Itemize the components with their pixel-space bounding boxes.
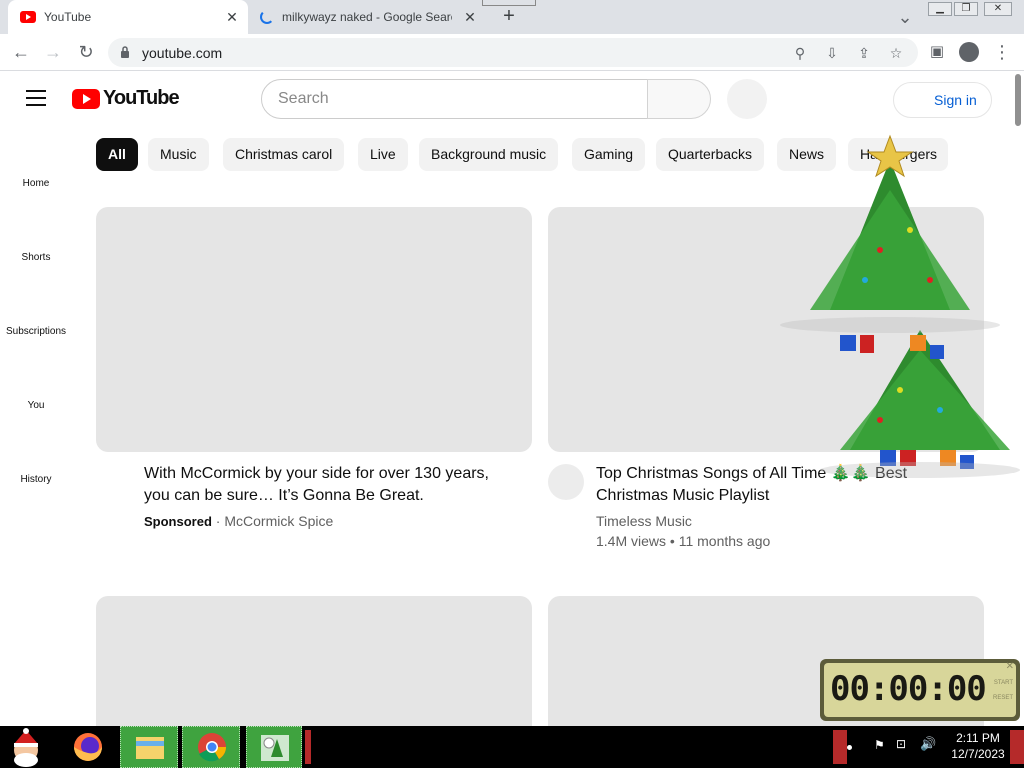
clock-time[interactable]: 2:11 PM (952, 731, 1004, 745)
channel-name[interactable]: McCormick Spice (224, 513, 333, 529)
guide-subscriptions[interactable]: Subscriptions (0, 326, 72, 337)
loading-spinner-icon (260, 10, 274, 24)
taskbar: ⚑ ⊡ 🔊 2:11 PM 12/7/2023 (0, 726, 1024, 768)
close-tab-icon[interactable]: ✕ (224, 9, 240, 25)
tab-title: YouTube (44, 10, 92, 24)
channel-avatar[interactable] (548, 464, 584, 500)
network-icon[interactable]: ⊡ (896, 737, 912, 753)
guide-home[interactable]: Home (0, 178, 72, 189)
tab-strip: YouTube ✕ milkywayz naked - Google Searc… (0, 0, 1024, 34)
lock-icon (121, 46, 129, 58)
chip-all[interactable]: All (96, 138, 138, 171)
voice-search-button[interactable] (727, 79, 767, 119)
tray-dot-icon[interactable] (847, 745, 852, 750)
close-tab-icon[interactable]: ✕ (462, 9, 478, 25)
restore-button[interactable]: ❐ (954, 2, 978, 16)
chip-music[interactable]: Music (148, 138, 209, 171)
santa-start-button-icon[interactable] (4, 726, 48, 768)
search-input[interactable] (262, 80, 647, 118)
sign-in-button[interactable]: Sign in (893, 82, 992, 118)
video-channel-line: Sponsored · McCormick Spice (144, 513, 334, 529)
url-text: youtube.com (142, 45, 223, 61)
file-explorer-icon[interactable] (120, 726, 178, 768)
sign-in-label: Sign in (934, 92, 977, 108)
youtube-header: YouTube Sign in (0, 71, 1012, 127)
timer-start-button[interactable]: START (994, 680, 1013, 686)
chip-gaming[interactable]: Gaming (572, 138, 646, 171)
guide-you[interactable]: You (0, 400, 72, 411)
video-thumbnail[interactable] (96, 207, 532, 452)
tab-search-chevron-icon[interactable]: ⌄ (894, 6, 916, 28)
back-icon[interactable]: ← (10, 41, 32, 63)
tab-youtube[interactable]: YouTube ✕ (8, 0, 248, 34)
youtube-favicon-icon (20, 11, 36, 23)
volume-icon[interactable]: 🔊 (920, 736, 936, 752)
search-button[interactable] (647, 79, 711, 119)
chip-live[interactable]: Live (358, 138, 408, 171)
sponsored-badge: Sponsored (144, 514, 212, 529)
timer-display: 00:00:00 (830, 669, 987, 709)
chrome-icon[interactable] (182, 726, 240, 768)
bookmark-star-icon[interactable]: ☆ (886, 43, 906, 63)
christmas-tree-overlay (780, 134, 1020, 478)
tab-title: milkywayz naked - Google Search (282, 10, 452, 24)
search-box (261, 79, 648, 119)
address-bar[interactable]: youtube.com ⚲ ⇩ ⇪ ☆ (108, 38, 918, 67)
youtube-logo[interactable]: YouTube (72, 87, 180, 110)
timer-close-icon[interactable]: ✕ (1006, 661, 1014, 672)
close-window-button[interactable]: ✕ (984, 2, 1012, 16)
chip-background-music[interactable]: Background music (419, 138, 559, 171)
video-title[interactable]: With McCormick by your side for over 130… (144, 463, 514, 507)
minimize-button[interactable]: ▁ (928, 2, 952, 16)
tray-marker (833, 730, 847, 764)
install-icon[interactable]: ⇩ (822, 43, 842, 63)
search-icon[interactable]: ⚲ (790, 43, 810, 63)
share-icon[interactable]: ⇪ (854, 43, 874, 63)
side-panel-icon[interactable]: ▣ (926, 41, 948, 63)
action-center-flag-icon[interactable]: ⚑ (874, 738, 888, 752)
new-tab-button[interactable]: + (498, 6, 520, 28)
tab-google-search[interactable]: milkywayz naked - Google Search ✕ (250, 0, 486, 34)
channel-name[interactable]: Timeless Music (596, 513, 692, 529)
youtube-wordmark: YouTube (103, 87, 180, 109)
guide-shorts[interactable]: Shorts (0, 252, 72, 263)
clock-date[interactable]: 12/7/2023 (947, 747, 1009, 761)
forward-icon[interactable]: → (42, 41, 64, 63)
taskbar-divider (305, 730, 311, 764)
guide-history[interactable]: History (0, 474, 72, 485)
guide-menu-icon[interactable] (26, 90, 46, 106)
youtube-logo-icon (72, 88, 100, 109)
timer-reset-button[interactable]: RESET (993, 695, 1013, 701)
video-thumbnail[interactable] (96, 596, 532, 726)
menu-kebab-icon[interactable]: ⋮ (991, 41, 1013, 63)
browser-toolbar: ← → ↻ youtube.com ⚲ ⇩ ⇪ ☆ ▣ ⋮ (0, 34, 1024, 71)
chip-quarterbacks[interactable]: Quarterbacks (656, 138, 765, 171)
firefox-icon[interactable] (66, 726, 110, 768)
scrollbar-thumb[interactable] (1015, 74, 1021, 126)
show-desktop-button[interactable] (1010, 730, 1024, 764)
reload-icon[interactable]: ↻ (75, 41, 97, 63)
countdown-timer-widget[interactable]: 00:00:00 START RESET ✕ (820, 659, 1020, 721)
profile-avatar-icon[interactable] (959, 42, 979, 62)
chip-christmas-carol[interactable]: Christmas carol (223, 138, 345, 171)
christmas-app-icon[interactable] (246, 726, 302, 768)
video-views-age: 1.4M views • 11 months ago (596, 533, 771, 549)
timer-face: 00:00:00 START RESET ✕ (824, 661, 1016, 717)
